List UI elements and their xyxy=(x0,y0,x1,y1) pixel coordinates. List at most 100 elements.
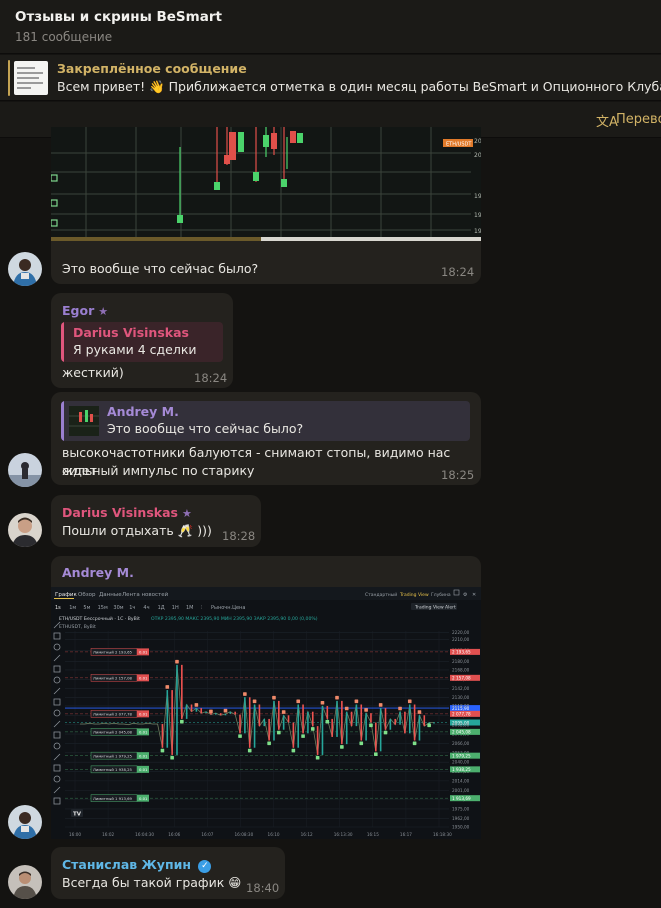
price-candle xyxy=(185,704,188,719)
y-tick-label: 2130,00 xyxy=(452,695,470,700)
avatar[interactable] xyxy=(8,513,42,547)
close-icon: ✕ xyxy=(472,592,476,598)
trade-marker xyxy=(175,659,179,664)
message-author[interactable]: Станислав Жупин ✓ xyxy=(62,857,212,873)
trade-marker xyxy=(277,730,281,735)
trade-marker xyxy=(180,719,184,724)
x-tick-label: 16:04:30 xyxy=(135,832,154,837)
chart-view-link: Глубина xyxy=(431,592,451,598)
translate-icon[interactable]: 文A xyxy=(596,111,618,130)
message-text-line: сильный импульс по старику xyxy=(62,463,255,478)
message-bubble[interactable]: Andrey M. Это вообще что сейчас было? вы… xyxy=(51,392,481,485)
price-candle xyxy=(331,718,333,737)
trade-marker xyxy=(340,745,344,749)
trade-marker xyxy=(344,706,349,711)
trade-marker xyxy=(359,741,364,746)
price-candle xyxy=(258,704,261,727)
message-author[interactable]: Andrey M. xyxy=(62,565,134,580)
chat-title: Отзывы и скрины BeSmart xyxy=(15,9,222,25)
message-bubble[interactable]: Darius Visinskas ★ Пошли отдыхать 🥂 ))) 1… xyxy=(51,495,261,547)
price-candle xyxy=(171,690,173,755)
price-candle xyxy=(224,713,227,716)
settings-icon: ⚙ xyxy=(463,592,468,598)
trade-marker xyxy=(412,741,417,746)
message-text: жесткий) xyxy=(62,365,124,380)
trade-marker xyxy=(194,703,199,707)
message-text: Это вообще что сейчас было? xyxy=(62,261,259,276)
translate-button[interactable]: Перевод xyxy=(616,112,661,127)
price-candle xyxy=(418,715,421,741)
avatar[interactable] xyxy=(8,453,42,487)
trade-marker xyxy=(320,700,325,705)
y-tick-label: 1975,00 xyxy=(452,807,470,812)
trade-marker xyxy=(281,710,286,714)
message-time: 18:25 xyxy=(441,468,475,482)
price-candle xyxy=(350,711,353,727)
price-candle xyxy=(365,713,367,741)
message-author[interactable]: Darius Visinskas ★ xyxy=(62,505,192,520)
avatar[interactable] xyxy=(8,805,42,839)
order-qty-label: 0.01 xyxy=(139,796,148,801)
reply-quote[interactable]: Darius Visinskas Я руками 4 сделки ус... xyxy=(61,322,223,362)
message-author[interactable]: Egor ★ xyxy=(62,303,108,318)
trade-marker xyxy=(170,755,174,760)
reply-quote[interactable]: Andrey M. Это вообще что сейчас было? xyxy=(61,401,470,441)
price-candle xyxy=(404,711,406,734)
order-price-label: 2 045,08 xyxy=(452,730,471,735)
trade-marker xyxy=(383,730,388,735)
symbol-line: ETH/USDT Бессрочный · 1С · ByBit xyxy=(59,615,140,622)
avatar-stanislav xyxy=(8,865,42,899)
message-bubble[interactable]: Egor ★ Darius Visinskas Я руками 4 сделки… xyxy=(51,293,233,388)
message-bubble[interactable]: Andrey M. График Обзор Данные Лента ново… xyxy=(51,556,481,839)
order-label: Лимитный 2 193,65 xyxy=(93,649,133,654)
trade-marker xyxy=(369,723,373,728)
x-tick-label: 16:00 xyxy=(69,832,81,837)
price-candle xyxy=(408,704,411,734)
message-bubble[interactable]: Станислав Жупин ✓ Всегда бы такой график… xyxy=(51,847,285,899)
order-label: Лимитный 2 077,78 xyxy=(93,711,133,716)
price-candle xyxy=(394,718,397,725)
reply-author: Darius Visinskas xyxy=(73,325,189,340)
price-candle xyxy=(302,704,304,734)
chat-header[interactable]: Отзывы и скрины BeSmart 181 сообщение xyxy=(0,0,661,54)
price-candle xyxy=(176,664,178,755)
price-candle xyxy=(161,723,164,748)
avatar[interactable] xyxy=(8,252,42,286)
y-tick-label: 2001,00 xyxy=(452,788,470,793)
photo-axis-label: 19 xyxy=(474,193,481,200)
price-candle xyxy=(166,690,169,748)
order-price-label: 2 077,78 xyxy=(452,712,471,717)
price-candle xyxy=(297,704,300,748)
y-tick-label: 2180,00 xyxy=(452,659,470,664)
timeframe-option: 15м xyxy=(98,605,108,611)
message-bubble[interactable]: ETH/USDT 20 20 19 19 19 Это вообще что с… xyxy=(51,127,481,284)
trading-chart: График Обзор Данные Лента новостей Станд… xyxy=(51,587,481,839)
price-candle xyxy=(253,704,256,748)
message-photo[interactable]: График Обзор Данные Лента новостей Станд… xyxy=(51,587,481,839)
trade-marker xyxy=(374,752,378,756)
chart-tab: Обзор xyxy=(78,592,96,598)
timeframe-option: 1ч xyxy=(129,605,135,611)
message-photo[interactable]: ETH/USDT 20 20 19 19 19 xyxy=(51,127,481,241)
order-qty-label: 0.01 xyxy=(139,711,148,716)
trade-marker xyxy=(335,695,339,700)
order-label: Лимитный 2 157,08 xyxy=(93,675,133,680)
reply-text: Я руками 4 сделки ус... xyxy=(73,342,197,362)
trade-marker xyxy=(291,748,296,753)
price-candle xyxy=(273,700,275,741)
price-candle xyxy=(229,711,232,714)
trade-marker xyxy=(165,685,170,689)
y-tick-label: 2040,00 xyxy=(452,760,470,765)
order-qty-label: 0.01 xyxy=(139,753,148,758)
premium-star-icon: ★ xyxy=(98,305,109,318)
reply-thumbnail xyxy=(69,406,99,436)
price-candle xyxy=(244,697,246,734)
avatar-andrey xyxy=(8,453,42,487)
message-time: 18:24 xyxy=(441,265,475,279)
order-label: Лимитный 1 913,69 xyxy=(93,796,133,801)
trade-marker xyxy=(364,708,368,712)
price-candle xyxy=(200,708,203,714)
avatar[interactable] xyxy=(8,865,42,899)
pinned-message[interactable]: Закреплённое сообщение Всем привет! 👋 Пр… xyxy=(0,55,661,101)
premium-star-icon: ★ xyxy=(181,507,192,520)
